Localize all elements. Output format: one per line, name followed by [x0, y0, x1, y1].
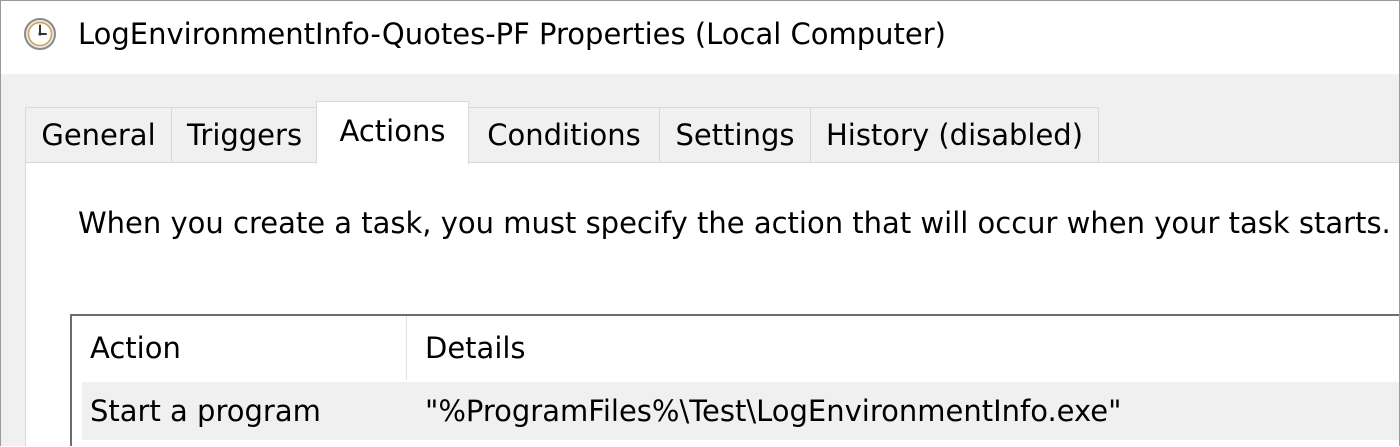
row-details-cell: "%ProgramFiles%\Test\LogEnvironmentInfo.…	[425, 394, 1122, 428]
table-header: Action Details	[72, 316, 1399, 380]
properties-window: LogEnvironmentInfo-Quotes-PF Properties …	[0, 0, 1400, 446]
column-header-action[interactable]: Action	[72, 316, 406, 380]
tab-actions[interactable]: Actions	[316, 101, 469, 164]
window-title: LogEnvironmentInfo-Quotes-PF Properties …	[78, 17, 946, 51]
title-bar: LogEnvironmentInfo-Quotes-PF Properties …	[1, 1, 1399, 74]
tab-settings[interactable]: Settings	[659, 107, 811, 162]
tab-history[interactable]: History (disabled)	[810, 107, 1099, 162]
tab-strip: General Triggers Actions Conditions Sett…	[25, 101, 1399, 164]
tab-triggers[interactable]: Triggers	[171, 107, 318, 162]
actions-description: When you create a task, you must specify…	[78, 206, 1391, 240]
tab-general[interactable]: General	[25, 107, 172, 162]
table-row[interactable]: Start a program "%ProgramFiles%\Test\Log…	[82, 382, 1399, 440]
actions-table[interactable]: Action Details Start a program "%Program…	[70, 314, 1399, 446]
actions-panel: When you create a task, you must specify…	[25, 162, 1399, 446]
column-header-details[interactable]: Details	[407, 316, 1399, 380]
row-action-cell: Start a program	[90, 394, 321, 428]
clock-icon	[23, 17, 57, 51]
tab-conditions[interactable]: Conditions	[468, 107, 660, 162]
